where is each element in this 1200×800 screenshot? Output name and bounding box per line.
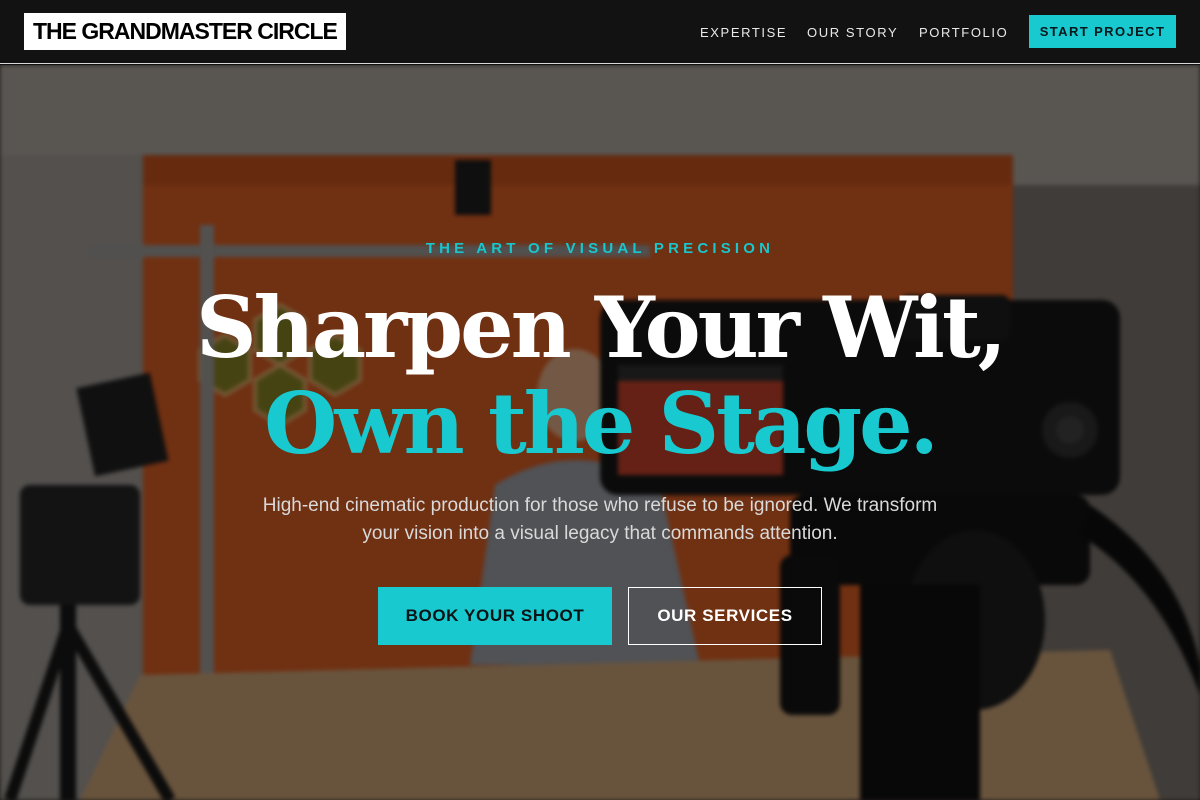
hero-eyebrow: THE ART OF VISUAL PRECISION [425,240,775,257]
book-your-shoot-button[interactable]: BOOK YOUR SHOOT [378,587,612,645]
hero-subtext: High-end cinematic production for those … [262,495,938,544]
site-header: THE GRANDMASTER CIRCLE EXPERTISE OUR STO… [0,0,1200,64]
nav-link-our-story[interactable]: OUR STORY [807,25,898,40]
hero-headline-line2: Own the Stage. [264,374,939,473]
our-services-button[interactable]: OUR SERVICES [628,587,822,645]
hero-headline-line1: Sharpen Your Wit, [196,278,1007,377]
nav-link-expertise[interactable]: EXPERTISE [700,25,787,40]
nav-link-portfolio[interactable]: PORTFOLIO [919,25,1008,40]
brand-logo[interactable]: THE GRANDMASTER CIRCLE [24,13,346,50]
start-project-button[interactable]: START PROJECT [1029,15,1176,48]
